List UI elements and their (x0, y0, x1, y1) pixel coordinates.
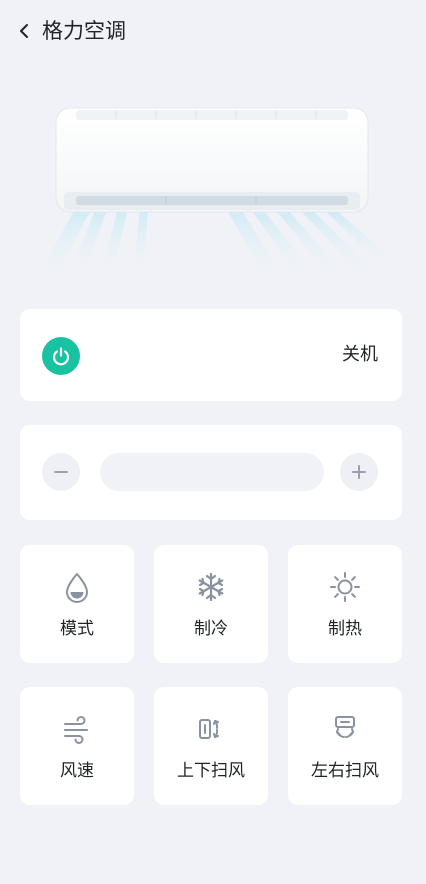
power-card: 关机 (20, 309, 402, 401)
cooling-label: 制冷 (194, 619, 228, 639)
vertical-swing-label: 上下扫风 (177, 761, 245, 781)
horizontal-swing-icon (327, 711, 363, 747)
temperature-card (20, 425, 402, 520)
power-icon (50, 345, 72, 367)
horizontal-swing-label: 左右扫风 (311, 761, 379, 781)
vertical-swing-button[interactable]: 上下扫风 (154, 687, 268, 805)
chevron-left-icon[interactable] (12, 18, 38, 44)
horizontal-swing-button[interactable]: 左右扫风 (288, 687, 402, 805)
heating-button[interactable]: 制热 (288, 545, 402, 663)
header: 格力空调 (0, 0, 426, 64)
temperature-slider[interactable] (100, 453, 324, 491)
heating-label: 制热 (328, 619, 362, 639)
page-title: 格力空调 (42, 19, 126, 43)
wind-icon (59, 711, 95, 747)
air-conditioner-image (36, 96, 388, 276)
snowflake-icon (193, 569, 229, 605)
fan-speed-button[interactable]: 风速 (20, 687, 134, 805)
mode-label: 模式 (60, 619, 94, 639)
minus-icon (53, 464, 69, 480)
vertical-swing-icon (193, 711, 229, 747)
cooling-button[interactable]: 制冷 (154, 545, 268, 663)
drop-icon (59, 569, 95, 605)
mode-button[interactable]: 模式 (20, 545, 134, 663)
increase-button[interactable] (340, 453, 378, 491)
plus-icon (351, 464, 367, 480)
decrease-button[interactable] (42, 453, 80, 491)
power-button[interactable] (42, 337, 80, 375)
power-status: 关机 (342, 344, 378, 365)
sun-icon (327, 569, 363, 605)
fan-speed-label: 风速 (60, 761, 94, 781)
